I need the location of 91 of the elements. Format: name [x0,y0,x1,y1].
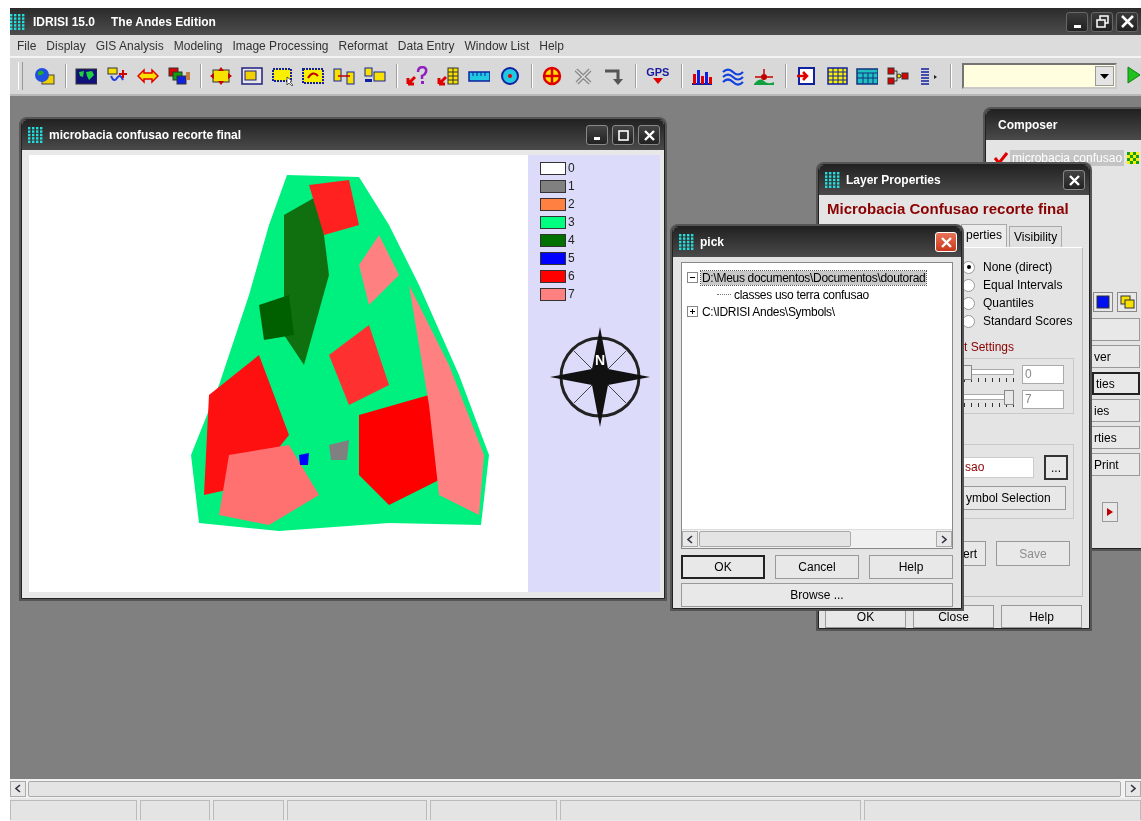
legend-label: 3 [568,215,575,229]
north-label: N [594,352,606,368]
dashed-selection-icon[interactable] [271,66,294,86]
grid-table-icon[interactable] [825,66,848,86]
window-logo-icon [825,172,840,188]
window-title: microbacia confusao recorte final [49,128,242,142]
tree-item[interactable]: D:\Meus documentos\Documentos\doutorad [701,270,927,285]
world-map-icon[interactable] [74,66,97,86]
window-title: Composer [998,118,1058,132]
menu-item[interactable]: Window List [459,38,535,53]
value-field[interactable]: 0 [1022,365,1064,385]
table-icon[interactable] [856,66,879,86]
horizontal-scrollbar[interactable] [10,779,1141,798]
layers-icon[interactable] [167,66,190,86]
composer-button[interactable]: ies [1092,399,1140,422]
crosshair-icon[interactable] [541,66,564,86]
browse-button[interactable]: ... [1044,455,1068,481]
play-icon[interactable] [1126,65,1141,84]
window-logo-icon [28,127,43,143]
composer-button[interactable]: ver [1092,345,1140,368]
linked-boxes-icon[interactable] [333,66,356,86]
dialog-button[interactable]: OK [681,555,765,579]
composer-button[interactable]: ties [1092,372,1140,395]
tree-item[interactable]: C:\IDRISI Andes\Symbols\ [701,304,836,319]
menu-item[interactable]: Display [41,38,91,53]
legend-label: 5 [568,251,575,265]
legend-label: 7 [568,287,575,301]
composer-button[interactable]: rties [1092,426,1140,449]
section-label: t Settings [964,340,1016,355]
layer-heading: Microbacia Confusao recorte final [826,199,1070,219]
target-icon[interactable] [499,66,522,86]
table-arrow-icon[interactable] [437,66,460,86]
app-edition: The Andes Edition [111,14,216,29]
globe-folder-icon[interactable] [32,66,55,86]
app-logo-icon [10,13,25,30]
menu-item[interactable]: File [12,38,42,53]
window-title: Layer Properties [846,173,941,187]
dropdown-arrow-icon[interactable] [1099,73,1109,79]
symbol-selection-button[interactable]: ymbol Selection [962,486,1066,511]
window-logo-icon [679,234,694,250]
expander-icon[interactable] [687,306,698,317]
legend-label: 6 [568,269,575,283]
move-icon[interactable] [209,66,232,86]
menu-item[interactable]: Help [534,38,569,53]
frame-icon[interactable] [240,66,263,86]
query-arrow-icon[interactable] [406,66,429,86]
expander-icon[interactable] [687,272,698,283]
value-field[interactable]: 7 [1022,390,1064,410]
overlay-button[interactable] [1117,292,1137,312]
double-arrow-icon[interactable] [136,66,159,86]
dialog-button[interactable]: Help [1001,605,1082,628]
import-icon[interactable] [794,66,817,86]
legend-label: 1 [568,179,575,193]
slider-thumb[interactable] [1004,389,1014,405]
menu-item[interactable]: Image Processing [227,38,334,53]
command-combo[interactable] [962,63,1117,89]
dialog-button[interactable]: Cancel [775,555,859,579]
triangle-icon[interactable] [651,78,664,85]
network-icon[interactable] [887,66,910,86]
radio-label: Standard Scores [983,314,1073,329]
legend-label: 2 [568,197,575,211]
menu-item[interactable]: Modeling [168,38,228,53]
radio-label: Equal Intervals [983,278,1063,293]
slider[interactable] [962,390,1014,409]
menu-item[interactable]: Reformat [333,38,393,53]
color-button[interactable] [1093,292,1113,312]
composer-button[interactable]: Print [1092,453,1140,476]
slider[interactable] [962,365,1014,384]
gps-button[interactable]: GPS [642,64,673,88]
raster-layer-icon [1127,152,1140,164]
window-title: pick [700,235,724,249]
waves-icon[interactable] [721,66,744,86]
menu-item[interactable]: GIS Analysis [90,38,169,53]
next-button[interactable] [1102,502,1118,522]
radio-label: Quantiles [983,296,1034,311]
dialog-button[interactable]: Help [869,555,953,579]
tab[interactable]: Visibility [1009,226,1063,248]
legend-label: 0 [568,161,575,175]
dashed-refresh-icon[interactable] [302,66,325,86]
palette-field[interactable]: sao [962,457,1034,479]
triangle-icon[interactable] [1107,508,1113,516]
radio-label: None (direct) [983,260,1053,275]
browse-button[interactable]: Browse ... [681,583,953,607]
profile-icon[interactable] [752,66,775,86]
menu-item[interactable]: Data Entry [392,38,460,53]
horizontal-scrollbar[interactable] [682,529,952,548]
tree-item[interactable]: classes uso terra confusao [733,287,870,302]
legend-label: 4 [568,233,575,247]
app-title: IDRISI 15.0 [33,14,96,29]
tab[interactable]: perties [961,224,1008,248]
check-icon[interactable] [994,152,1008,164]
